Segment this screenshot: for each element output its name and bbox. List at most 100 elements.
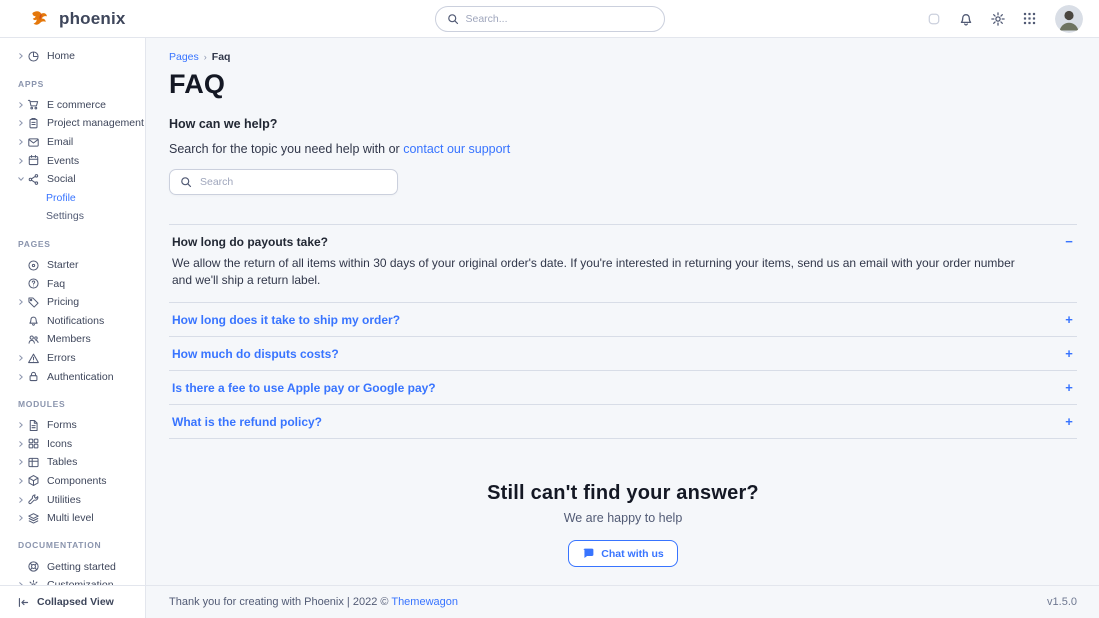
chevron-right-icon[interactable] [17, 157, 27, 165]
user-avatar[interactable] [1055, 5, 1083, 33]
chevron-right-icon[interactable] [17, 421, 27, 429]
faq-question-row[interactable]: How much do disputs costs? + [169, 337, 1077, 370]
sidebar-item-label: Utilities [47, 494, 81, 506]
sidebar-item-social[interactable]: Social [17, 170, 139, 189]
sidebar-item-multi-level[interactable]: Multi level [17, 509, 139, 528]
chevron-right-icon[interactable] [17, 373, 27, 381]
global-search-input[interactable] [466, 13, 653, 25]
collapsed-view-label: Collapsed View [37, 596, 114, 608]
collapse-minus-icon[interactable]: − [1063, 235, 1075, 248]
expand-plus-icon[interactable]: + [1063, 347, 1075, 360]
faq-question-row[interactable]: Is there a fee to use Apple pay or Googl… [169, 371, 1077, 404]
sidebar-item-components[interactable]: Components [17, 472, 139, 491]
sidebar-item-events[interactable]: Events [17, 151, 139, 170]
chat-with-us-button[interactable]: Chat with us [568, 540, 677, 567]
faq-search[interactable] [169, 169, 398, 195]
nav-section-label-modules: MODULES [18, 399, 139, 409]
cube-icon [27, 474, 40, 487]
sidebar-item-icons[interactable]: Icons [17, 435, 139, 454]
bell-icon[interactable] [957, 10, 974, 27]
sidebar-item-label: Components [47, 475, 107, 487]
faq-question: Is there a fee to use Apple pay or Googl… [172, 381, 436, 395]
sidebar-subitem-settings[interactable]: Settings [17, 207, 139, 226]
chevron-right-icon[interactable] [17, 440, 27, 448]
faq-item-how-long-does-it-take-to-ship-my-order: How long does it take to ship my order?+ [169, 303, 1077, 337]
life-ring-icon [27, 560, 40, 573]
faq-item-is-there-a-fee-to-use-apple-pay-or-google-pay: Is there a fee to use Apple pay or Googl… [169, 371, 1077, 405]
chevron-right-icon[interactable] [17, 477, 27, 485]
faq-accordion: How long do payouts take?−We allow the r… [169, 224, 1077, 439]
sidebar-item-authentication[interactable]: Authentication [17, 367, 139, 386]
sidebar-item-customization[interactable]: Customization [17, 576, 139, 585]
sidebar-item-e-commerce[interactable]: E commerce [17, 96, 139, 115]
compass-icon [27, 259, 40, 272]
chevron-right-icon[interactable] [17, 496, 27, 504]
themewagon-link[interactable]: Themewagon [391, 596, 458, 608]
faq-question: How much do disputs costs? [172, 347, 339, 361]
bell-icon [27, 314, 40, 327]
sidebar-item-label: Members [47, 333, 91, 345]
settings-gear-icon[interactable] [989, 10, 1006, 27]
pie-clock-icon [27, 50, 40, 63]
layers-icon [27, 512, 40, 525]
chevron-down-icon[interactable] [17, 175, 27, 183]
sidebar-item-forms[interactable]: Forms [17, 416, 139, 435]
faq-question: What is the refund policy? [172, 415, 322, 429]
sidebar-item-label: Pricing [47, 296, 79, 308]
breadcrumb-pages-link[interactable]: Pages [169, 51, 199, 63]
phoenix-logo-icon [30, 9, 52, 29]
sidebar-item-members[interactable]: Members [17, 330, 139, 349]
sidebar-item-getting-started[interactable]: Getting started [17, 557, 139, 576]
faq-question-row[interactable]: How long do payouts take?− [169, 225, 1077, 251]
apps-grid-icon[interactable] [1021, 10, 1038, 27]
faq-question-row[interactable]: What is the refund policy? + [169, 405, 1077, 438]
cta-section: Still can't find your answer? We are hap… [169, 482, 1077, 567]
chevron-right-icon[interactable] [17, 52, 27, 60]
faq-question-row[interactable]: How long does it take to ship my order?+ [169, 303, 1077, 336]
expand-plus-icon[interactable]: + [1063, 313, 1075, 326]
collapse-sidebar-icon [17, 596, 30, 609]
nav-section-label-pages: PAGES [18, 239, 139, 249]
sidebar-item-label: Multi level [47, 512, 94, 524]
chevron-right-icon[interactable] [17, 458, 27, 466]
file-text-icon [27, 419, 40, 432]
sidebar-item-notifications[interactable]: Notifications [17, 312, 139, 331]
app-version: v1.5.0 [1047, 596, 1077, 608]
sidebar-subitem-profile[interactable]: Profile [17, 189, 139, 208]
global-search[interactable] [435, 6, 665, 32]
expand-plus-icon[interactable]: + [1063, 381, 1075, 394]
expand-plus-icon[interactable]: + [1063, 415, 1075, 428]
sidebar-item-utilities[interactable]: Utilities [17, 490, 139, 509]
page-title: FAQ [169, 69, 1077, 100]
chevron-right-icon[interactable] [17, 514, 27, 522]
faq-search-input[interactable] [200, 176, 387, 188]
cta-subtitle: We are happy to help [169, 511, 1077, 525]
sidebar-item-project-management[interactable]: Project management [17, 114, 139, 133]
sidebar-item-faq[interactable]: Faq [17, 274, 139, 293]
sidebar-item-home[interactable]: Home [17, 47, 139, 66]
sidebar-item-label: Icons [47, 438, 72, 450]
sidebar-item-email[interactable]: Email [17, 133, 139, 152]
chevron-right-icon[interactable] [17, 138, 27, 146]
sidebar-item-tables[interactable]: Tables [17, 453, 139, 472]
brand-logo[interactable]: phoenix [30, 9, 126, 29]
share-nodes-icon [27, 173, 40, 186]
sidebar-item-errors[interactable]: Errors [17, 349, 139, 368]
sidebar-item-starter[interactable]: Starter [17, 256, 139, 275]
contact-support-link[interactable]: contact our support [403, 142, 510, 156]
theme-toggle-icon[interactable] [925, 10, 942, 27]
chevron-right-icon[interactable] [17, 119, 27, 127]
clipboard-icon [27, 117, 40, 130]
chevron-right-icon[interactable] [17, 354, 27, 362]
chevron-right-icon[interactable] [17, 298, 27, 306]
chevron-right-icon[interactable] [17, 101, 27, 109]
footer-credit: Thank you for creating with Phoenix | 20… [169, 596, 458, 608]
breadcrumb: Pages › Faq [169, 51, 1077, 63]
bottom-bar: Collapsed View Thank you for creating wi… [0, 585, 1099, 618]
help-intro-text: Search for the topic you need help with … [169, 142, 400, 156]
search-icon [447, 13, 459, 25]
search-icon [180, 176, 192, 188]
footer-credit-text: Thank you for creating with Phoenix | 20… [169, 596, 391, 608]
collapsed-view-toggle[interactable]: Collapsed View [0, 586, 146, 618]
sidebar-item-pricing[interactable]: Pricing [17, 293, 139, 312]
